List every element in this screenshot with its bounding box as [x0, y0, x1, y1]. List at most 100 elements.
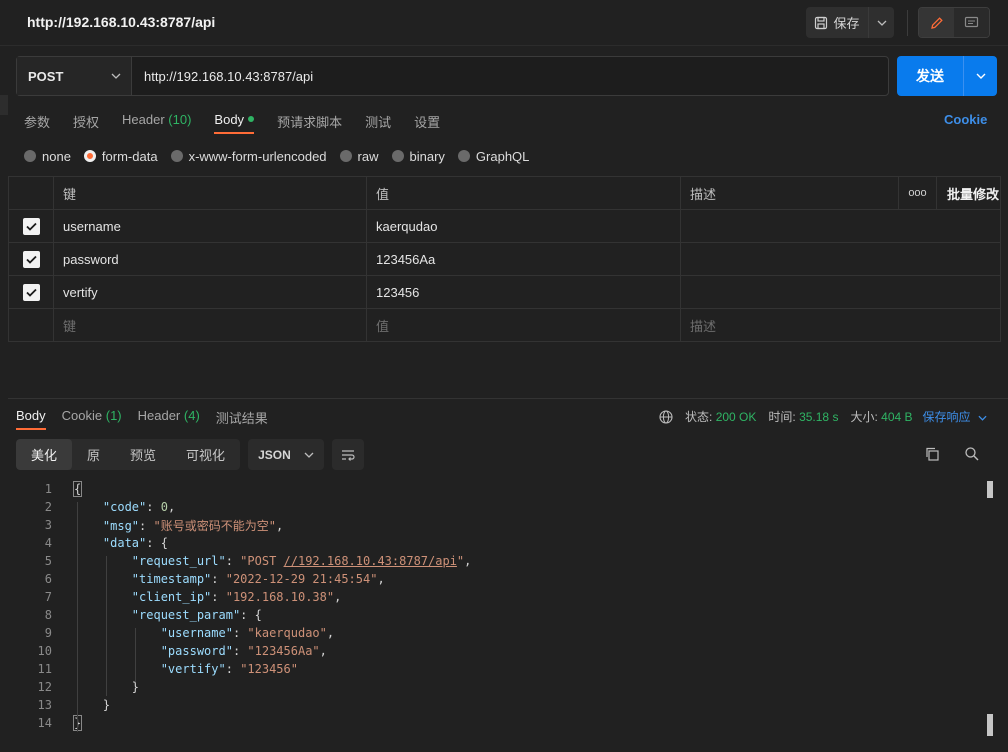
response-tab-cookie[interactable]: Cookie (1) — [62, 400, 122, 430]
json-string: "2022-12-29 21:45:54" — [225, 572, 378, 586]
row-checkbox[interactable] — [23, 250, 40, 268]
tab-body-label: Body — [214, 112, 245, 127]
save-button[interactable]: 保存 — [806, 7, 868, 38]
save-icon — [815, 16, 828, 29]
json-string: "账号或密码不能为空" — [153, 518, 276, 533]
description-cell[interactable] — [680, 242, 1001, 276]
response-tab-body[interactable]: Body — [16, 400, 46, 430]
more-options-button[interactable]: ooo — [898, 176, 937, 210]
send-button-group: 发送 — [897, 56, 997, 96]
json-key: "vertify" — [160, 662, 226, 676]
json-number: 0 — [160, 500, 168, 514]
json-url-link[interactable]: //192.168.10.43:8787/api — [284, 554, 457, 568]
tab-header[interactable]: Header (10) — [122, 104, 191, 134]
checkmark-icon — [26, 288, 37, 297]
row-checkbox[interactable] — [23, 283, 40, 301]
json-key: "code" — [102, 500, 147, 514]
radio-none[interactable]: none — [24, 149, 71, 164]
editor-scrollbar-top[interactable] — [987, 481, 993, 498]
radio-label: GraphQL — [475, 148, 530, 164]
code-text: "timestamp": "2022-12-29 21:45:54", — [131, 572, 385, 586]
view-raw-button[interactable]: 原 — [72, 439, 115, 470]
json-key: "request_url" — [131, 554, 226, 568]
wrap-lines-button[interactable] — [332, 439, 365, 470]
body-indicator-dot — [248, 116, 255, 122]
cookie-link[interactable]: Cookie — [944, 112, 987, 127]
code-text: "vertify": "123456" — [160, 662, 298, 676]
response-status-area: 状态: 200 OK 时间: 35.18 s 大小: 404 B 保存响应 — [659, 408, 987, 425]
chevron-down-icon — [976, 73, 985, 79]
response-body-editor[interactable]: 1{ 2 "code": 0, 3 "msg": "账号或密码不能为空", 4 … — [16, 480, 992, 742]
edit-button[interactable] — [919, 8, 954, 37]
key-cell[interactable]: username — [53, 209, 367, 243]
response-tab-header[interactable]: Header (4) — [138, 400, 200, 430]
response-divider[interactable] — [8, 398, 1008, 399]
save-options-button[interactable] — [868, 7, 894, 38]
radio-form-data[interactable]: form-data — [83, 149, 158, 164]
row-checkbox-cell — [8, 242, 54, 276]
code-line: 4 "data": { — [16, 534, 992, 552]
save-response-button[interactable]: 保存响应 — [923, 408, 987, 425]
code-text: { — [72, 481, 83, 497]
key-input-placeholder[interactable]: 键 — [53, 308, 367, 342]
globe-icon[interactable] — [659, 409, 673, 424]
format-label: JSON — [258, 447, 291, 462]
json-key: "request_param" — [131, 608, 241, 622]
select-column-header — [8, 176, 54, 210]
send-button[interactable]: 发送 — [897, 56, 963, 96]
editor-scrollbar-bottom[interactable] — [987, 714, 993, 736]
key-cell[interactable]: vertify — [53, 275, 367, 309]
tab-body[interactable]: Body — [214, 104, 255, 134]
send-options-button[interactable] — [963, 56, 997, 96]
tab-settings[interactable]: 设置 — [414, 104, 440, 134]
comment-button[interactable] — [954, 8, 989, 37]
value-cell[interactable]: 123456 — [366, 275, 681, 309]
value-input-placeholder[interactable]: 值 — [366, 308, 681, 342]
row-checkbox[interactable] — [23, 217, 40, 235]
wrap-lines-icon — [342, 449, 355, 461]
description-cell[interactable] — [680, 275, 1001, 309]
response-tab-test-results[interactable]: 测试结果 — [216, 400, 268, 430]
json-string: "123456" — [240, 662, 298, 676]
value-cell[interactable]: kaerqudao — [366, 209, 681, 243]
view-preview-button[interactable]: 预览 — [115, 439, 171, 470]
radio-label: x-www-form-urlencoded — [188, 148, 327, 164]
format-select[interactable]: JSON — [248, 439, 325, 470]
radio-graphql[interactable]: GraphQL — [457, 148, 530, 164]
radio-label: none — [42, 148, 71, 164]
view-visualize-button[interactable]: 可视化 — [171, 439, 240, 470]
code-line: 6 "timestamp": "2022-12-29 21:45:54", — [16, 570, 992, 588]
tab-auth[interactable]: 授权 — [73, 104, 99, 134]
tab-prerequest-script[interactable]: 预请求脚本 — [277, 104, 342, 134]
time-value[interactable]: 35.18 s — [799, 410, 838, 424]
radio-raw[interactable]: raw — [339, 149, 379, 164]
code-line: 1{ — [16, 480, 992, 498]
line-number: 7 — [44, 590, 52, 604]
radio-circle-checked — [83, 150, 96, 162]
method-select[interactable]: POST — [17, 57, 132, 95]
request-tabs: 参数 授权 Header (10) Body 预请求脚本 测试 设置 — [24, 104, 463, 134]
status-value[interactable]: 200 OK — [716, 410, 757, 424]
key-cell[interactable]: password — [53, 242, 367, 276]
description-cell[interactable] — [680, 209, 1001, 243]
copy-button[interactable] — [924, 446, 940, 465]
description-input-placeholder[interactable]: 描述 — [680, 308, 1001, 342]
radio-urlencoded[interactable]: x-www-form-urlencoded — [170, 148, 327, 164]
view-pretty-button[interactable]: 美化 — [16, 439, 73, 470]
code-line: 3 "msg": "账号或密码不能为空", — [16, 516, 992, 534]
search-button[interactable] — [964, 446, 980, 465]
code-line: 13 } — [16, 696, 992, 714]
chevron-down-icon — [304, 452, 314, 458]
line-number: 4 — [44, 536, 52, 550]
url-input[interactable]: http://192.168.10.43:8787/api — [132, 57, 888, 95]
bulk-edit-button[interactable]: 批量修改 — [936, 176, 1001, 210]
radio-binary[interactable]: binary — [391, 149, 445, 164]
response-tab-header-label: Header — [137, 408, 181, 423]
code-text: "client_ip": "192.168.10.38", — [131, 590, 342, 604]
tab-tests[interactable]: 测试 — [365, 104, 391, 134]
radio-circle — [170, 150, 183, 162]
tab-params[interactable]: 参数 — [24, 104, 50, 134]
value-cell[interactable]: 123456Aa — [366, 242, 681, 276]
response-tab-cookie-count: (1) — [105, 408, 122, 423]
size-value[interactable]: 404 B — [881, 410, 912, 424]
